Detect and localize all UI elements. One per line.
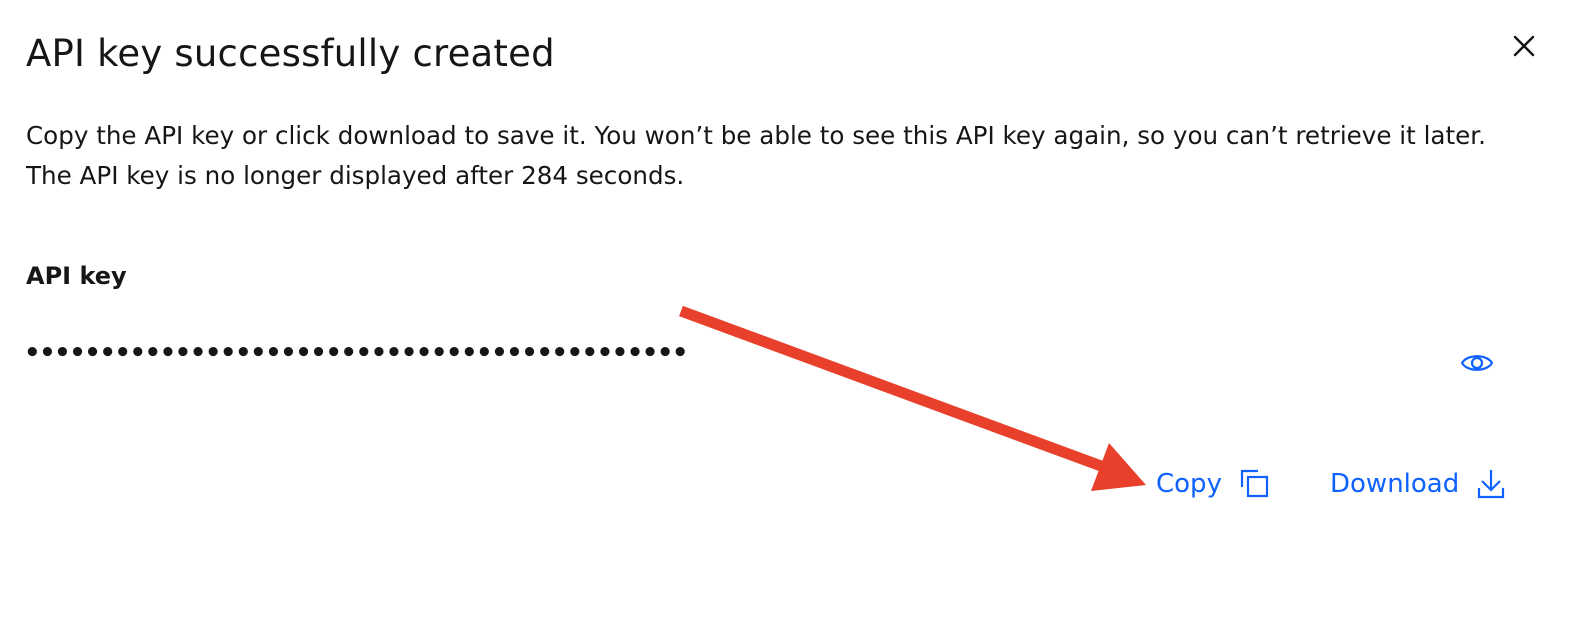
close-button[interactable] <box>1506 28 1542 64</box>
reveal-key-button[interactable] <box>1459 346 1495 380</box>
close-icon <box>1513 35 1535 57</box>
copy-label: Copy <box>1156 469 1222 499</box>
dialog-title: API key successfully created <box>26 32 555 75</box>
api-key-created-dialog: API key successfully created Copy the AP… <box>0 0 1588 634</box>
copy-icon <box>1240 469 1270 499</box>
description-line-2: The API key is no longer displayed after… <box>26 161 685 190</box>
description-line-1: Copy the API key or click download to sa… <box>26 121 1486 150</box>
copy-button[interactable]: Copy <box>1156 465 1270 503</box>
download-label: Download <box>1330 469 1460 499</box>
annotation-arrow-icon <box>679 305 1146 491</box>
eye-icon <box>1460 355 1494 371</box>
api-key-label: API key <box>26 262 127 290</box>
dialog-description: Copy the API key or click download to sa… <box>26 116 1566 196</box>
download-button[interactable]: Download <box>1330 465 1505 503</box>
download-icon <box>1477 468 1505 500</box>
api-key-masked-value[interactable]: ••••••••••••••••••••••••••••••••••••••••… <box>24 338 689 368</box>
